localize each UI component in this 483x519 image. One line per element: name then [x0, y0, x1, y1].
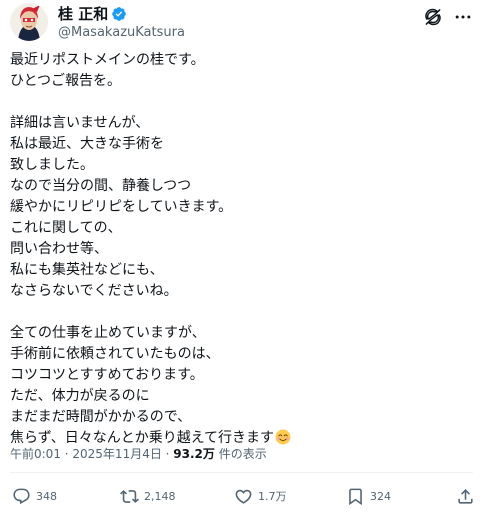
post-meta: 午前0:01 · 2025年11月4日 · 93.2万 件の表示	[10, 445, 267, 463]
post-text-line: ひとつご報告を。	[10, 73, 122, 89]
post-text: 最近リポストメインの桂です。 ひとつご報告を。 詳細は言いませんが、 私は最近、…	[10, 50, 470, 449]
divider	[10, 472, 473, 473]
smiling-face-emoji-icon	[275, 429, 291, 445]
heart-icon	[235, 489, 252, 504]
action-bar: 348 2,148 1.7万 324	[10, 485, 475, 507]
repost-icon	[120, 489, 139, 503]
avatar[interactable]	[10, 3, 48, 41]
bookmark-icon	[349, 488, 362, 505]
reply-icon	[13, 488, 30, 504]
post-text-blank-line	[10, 92, 470, 113]
post-text-line: 緩やかにリピリピをしていきます。	[10, 199, 233, 215]
post-text-line: 手術前に依頼されていたものは、	[10, 346, 220, 362]
handle[interactable]: @MasakazuKatsura	[58, 24, 185, 42]
bookmark-count: 324	[370, 489, 391, 503]
post-text-line: 詳細は言いませんが、	[10, 115, 150, 131]
share-icon	[458, 488, 473, 504]
post: 桂 正和 @MasakazuKatsura 最近リポストメインの桂です。 ひとつ…	[0, 0, 483, 519]
verified-badge-icon	[111, 6, 127, 22]
post-text-line: なので当分の間、静養しつつ	[10, 178, 192, 194]
display-name[interactable]: 桂 正和	[58, 4, 108, 24]
repost-count: 2,148	[144, 489, 176, 503]
post-text-line: 私は最近、大きな手術を	[10, 136, 164, 152]
view-count-label: 件の表示	[214, 447, 267, 461]
post-text-line: 私にも集英社などにも、	[10, 262, 164, 278]
post-text-line: 焦らず、日々なんとか乗り越えて行きます	[10, 430, 275, 446]
post-header: 桂 正和 @MasakazuKatsura	[10, 3, 473, 43]
like-button[interactable]: 1.7万	[234, 485, 287, 507]
reply-count: 348	[36, 489, 57, 503]
post-text-line: なさらないでくださいね。	[10, 283, 178, 299]
post-text-line: コツコツとすすめております。	[10, 367, 204, 383]
repost-button[interactable]: 2,148	[120, 485, 176, 507]
post-text-line: 致しました。	[10, 157, 94, 173]
meta-separator: ·	[161, 447, 174, 461]
author-names: 桂 正和 @MasakazuKatsura	[58, 4, 185, 42]
like-count: 1.7万	[258, 490, 287, 503]
view-count[interactable]: 93.2万	[173, 447, 215, 461]
post-text-line: 全ての仕事を止めていますが、	[10, 325, 206, 341]
post-text-line: ただ、体力が戻るのに	[10, 388, 150, 404]
avatar-image	[10, 3, 48, 41]
post-text-line: まだまだ時間がかかるので、	[10, 409, 192, 425]
reply-button[interactable]: 348	[12, 485, 57, 507]
name-row: 桂 正和	[58, 4, 185, 24]
post-text-blank-line	[10, 302, 470, 323]
bookmark-button[interactable]: 324	[346, 485, 391, 507]
more-icon[interactable]	[453, 7, 473, 27]
grok-icon[interactable]	[423, 7, 443, 27]
post-text-line: これに関しての、	[10, 220, 122, 236]
share-button[interactable]	[456, 485, 475, 507]
post-text-line: 問い合わせ等、	[10, 241, 108, 257]
post-text-line: 最近リポストメインの桂です。	[10, 52, 205, 68]
timestamp[interactable]: 午前0:01 · 2025年11月4日	[10, 447, 162, 461]
